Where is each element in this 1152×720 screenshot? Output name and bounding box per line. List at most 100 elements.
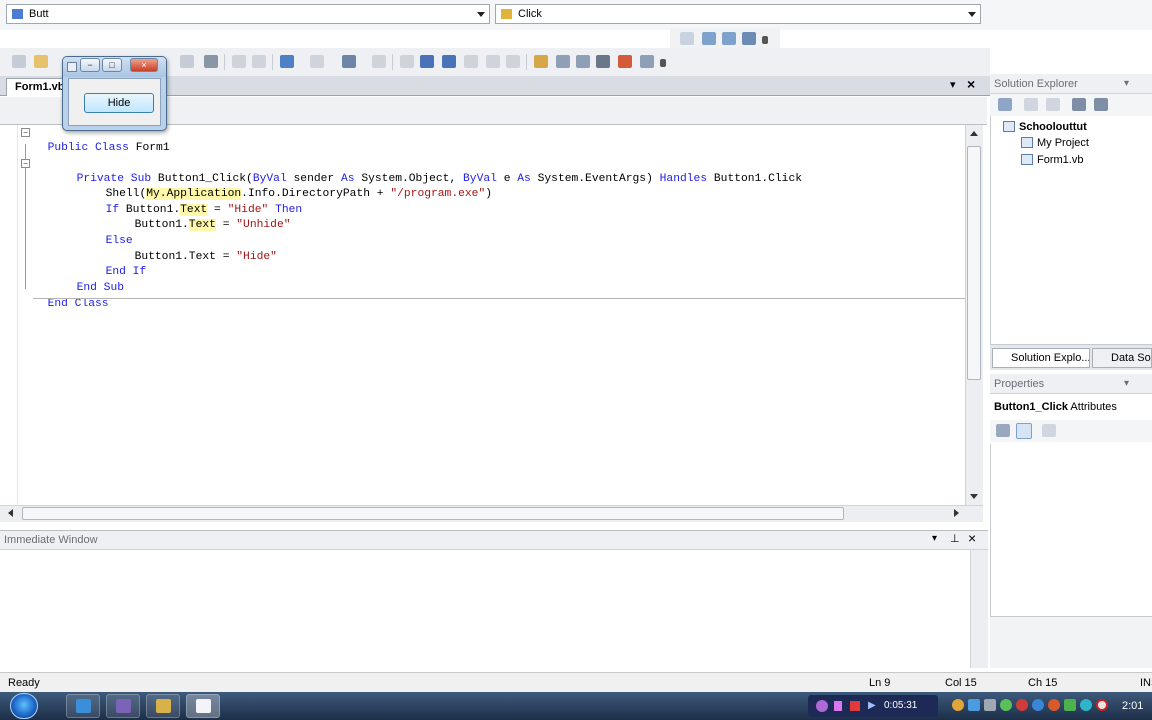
toolbox-icon[interactable] — [618, 55, 632, 68]
view-code-icon[interactable] — [1072, 98, 1086, 111]
pause-icon[interactable] — [834, 701, 842, 711]
tray-icon[interactable] — [1064, 699, 1076, 711]
toolbar-separator — [224, 54, 225, 70]
scroll-down-icon[interactable] — [970, 494, 978, 499]
taskbar-app-form[interactable] — [186, 694, 220, 718]
close-button[interactable]: × — [130, 58, 158, 72]
new-project-icon[interactable] — [12, 55, 26, 68]
navigate-icon[interactable] — [342, 55, 356, 68]
start-icon[interactable] — [372, 55, 386, 68]
code-line[interactable]: End Class — [34, 282, 109, 312]
object-browser-icon[interactable] — [576, 55, 590, 68]
play-icon[interactable]: ▶ — [868, 695, 876, 717]
toolbar-separator — [526, 54, 527, 70]
find-icon[interactable] — [204, 55, 218, 68]
tray-icon[interactable] — [952, 699, 964, 711]
maximize-button[interactable]: □ — [102, 58, 122, 72]
property-pages-icon[interactable] — [1042, 424, 1056, 437]
code-string: "Hide" — [236, 251, 277, 263]
paste-icon[interactable] — [180, 55, 194, 68]
vertical-scroll-thumb[interactable] — [967, 146, 981, 380]
tab-dropdown-icon[interactable]: ▾ — [950, 78, 956, 91]
tree-item-my-project[interactable]: My Project — [1021, 136, 1089, 150]
step-into-icon[interactable] — [464, 55, 478, 68]
step-icon[interactable] — [680, 32, 694, 45]
scroll-up-icon[interactable] — [970, 131, 978, 136]
alphabetical-icon[interactable] — [1016, 423, 1032, 439]
clock[interactable]: 2:01 P — [1122, 692, 1152, 720]
tools-icon[interactable] — [596, 55, 610, 68]
taskbar-app-explorer[interactable] — [146, 694, 180, 718]
stop-icon[interactable] — [850, 701, 860, 711]
pause-icon[interactable] — [420, 55, 434, 68]
start-button[interactable] — [10, 693, 38, 719]
tab-data-sources[interactable]: Data Sou — [1092, 348, 1152, 368]
refresh-icon[interactable] — [1046, 98, 1060, 111]
tray-icon[interactable] — [968, 699, 980, 711]
code-keyword: If — [105, 204, 120, 216]
properties-grid[interactable] — [990, 444, 1152, 616]
minimize-button[interactable]: − — [80, 58, 100, 72]
overflow-icon[interactable] — [660, 59, 666, 67]
properties-icon[interactable] — [998, 98, 1012, 111]
stop-icon[interactable] — [442, 55, 456, 68]
comment-icon[interactable] — [232, 55, 246, 68]
undo-icon[interactable] — [280, 55, 294, 68]
scroll-right-icon[interactable] — [954, 509, 959, 517]
properties-object-selector[interactable]: Button1_Click Attributes — [990, 398, 1152, 418]
properties-description — [990, 616, 1152, 668]
immediate-window-input[interactable] — [0, 550, 970, 668]
tray-icon[interactable] — [1096, 699, 1108, 711]
screen-recorder[interactable]: ▶ 0:05:31 — [808, 695, 938, 717]
method-name-dropdown[interactable]: Click — [495, 4, 981, 24]
window-icon[interactable] — [722, 32, 736, 45]
code-line[interactable]: Button1.Text = "Unhide" — [121, 203, 291, 233]
chevron-down-icon[interactable]: ▾ — [932, 533, 937, 544]
show-all-files-icon[interactable] — [1024, 98, 1038, 111]
close-icon[interactable]: × — [968, 530, 976, 546]
class-name-dropdown[interactable]: Butt — [6, 4, 490, 24]
step-over-icon[interactable] — [486, 55, 500, 68]
horizontal-scroll-thumb[interactable] — [22, 507, 844, 520]
taskbar-app-browser[interactable] — [66, 694, 100, 718]
collapse-icon[interactable]: − — [21, 128, 30, 137]
tab-solution-explorer[interactable]: Solution Explo... — [992, 348, 1090, 368]
recorder-time: 0:05:31 — [884, 700, 918, 711]
close-icon[interactable]: × — [967, 76, 975, 92]
step-out-icon[interactable] — [506, 55, 520, 68]
tree-item-form1[interactable]: Form1.vb — [1021, 153, 1083, 167]
categorized-icon[interactable] — [996, 424, 1010, 437]
tree-item-project[interactable]: Schoolouttut — [1003, 120, 1087, 134]
properties-icon[interactable] — [556, 55, 570, 68]
scroll-left-icon[interactable] — [8, 509, 13, 517]
collapse-icon[interactable]: − — [21, 159, 30, 168]
taskbar-app-visual-studio[interactable] — [106, 694, 140, 718]
uncomment-icon[interactable] — [252, 55, 266, 68]
redo-icon[interactable] — [310, 55, 324, 68]
solution-explorer-icon[interactable] — [534, 55, 548, 68]
pin-icon[interactable]: ⊥ — [950, 532, 960, 545]
chevron-down-icon — [477, 12, 485, 17]
open-icon[interactable] — [34, 55, 48, 68]
chevron-down-icon[interactable]: ▾ — [1124, 78, 1129, 89]
window-icon[interactable] — [640, 55, 654, 68]
tray-icon[interactable] — [1048, 699, 1060, 711]
tray-icon[interactable] — [984, 699, 996, 711]
tab-form1-vb[interactable]: Form1.vb — [6, 78, 65, 96]
class-icon — [12, 9, 23, 19]
play-icon[interactable] — [400, 55, 414, 68]
view-designer-icon[interactable] — [1094, 98, 1108, 111]
tray-icon[interactable] — [1032, 699, 1044, 711]
tray-icon[interactable] — [1080, 699, 1092, 711]
hide-button[interactable]: Hide — [84, 93, 154, 113]
window-icon[interactable] — [742, 32, 756, 45]
overflow-icon[interactable] — [762, 36, 768, 44]
code-keyword: End Class — [47, 298, 109, 310]
editor-margin — [0, 125, 18, 505]
code-text: Button1.Text = — [134, 251, 237, 263]
tray-icon[interactable] — [1000, 699, 1012, 711]
vertical-scrollbar[interactable] — [970, 550, 988, 668]
tray-icon[interactable] — [1016, 699, 1028, 711]
window-icon[interactable] — [702, 32, 716, 45]
chevron-down-icon[interactable]: ▾ — [1124, 378, 1129, 389]
